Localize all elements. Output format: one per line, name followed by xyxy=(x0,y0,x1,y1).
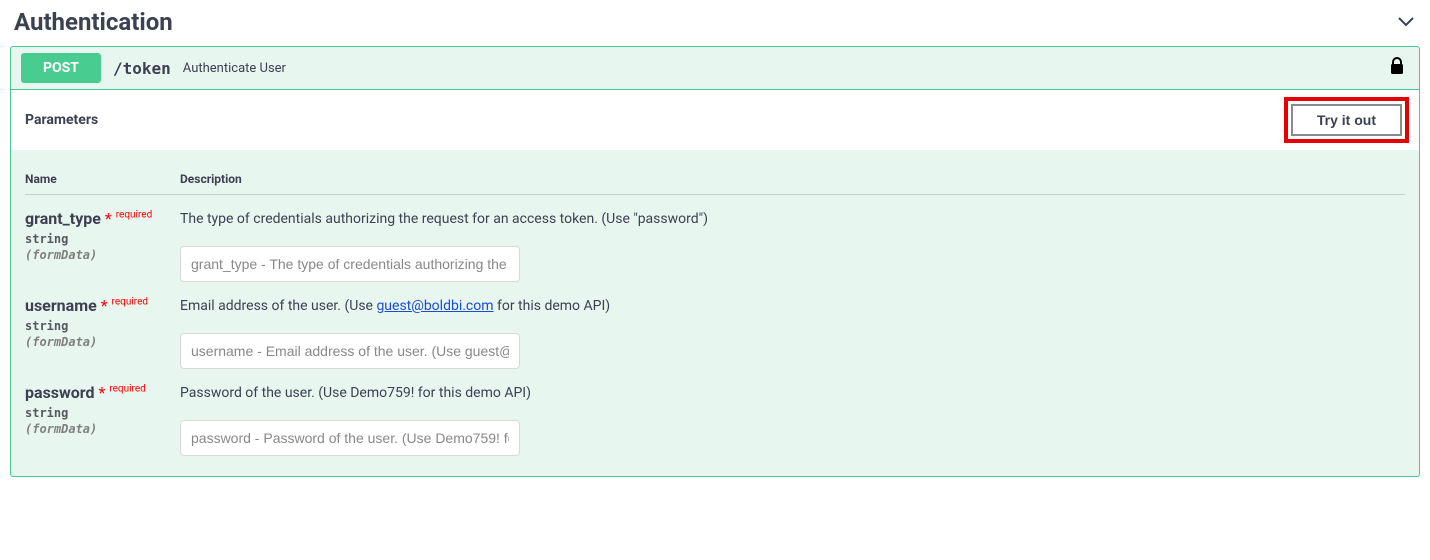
try-it-out-button[interactable]: Try it out xyxy=(1291,104,1402,136)
username-input[interactable] xyxy=(180,333,520,369)
param-link[interactable]: guest@boldbi.com xyxy=(376,298,493,314)
parameters-body: Name Description grant_type * required s… xyxy=(11,150,1419,476)
section-header[interactable]: Authentication xyxy=(0,0,1430,46)
column-header-description: Description xyxy=(180,172,1405,186)
chevron-down-icon xyxy=(1396,12,1416,32)
parameters-header: Parameters Try it out xyxy=(11,90,1419,150)
param-description: Password of the user. (Use Demo759! for … xyxy=(180,383,1405,404)
required-star: * xyxy=(98,383,105,402)
password-input[interactable] xyxy=(180,420,520,456)
param-type: string xyxy=(25,319,170,333)
param-type: string xyxy=(25,232,170,246)
param-description: Email address of the user. (Use guest@bo… xyxy=(180,296,1405,317)
parameter-row: username * required string (formData) Em… xyxy=(25,282,1405,369)
required-star: * xyxy=(105,209,112,228)
grant-type-input[interactable] xyxy=(180,246,520,282)
parameters-label: Parameters xyxy=(25,112,98,128)
required-label: required xyxy=(112,297,148,308)
required-star: * xyxy=(101,296,108,315)
required-label: required xyxy=(109,384,145,395)
param-in: (formData) xyxy=(25,335,170,349)
param-in: (formData) xyxy=(25,248,170,262)
operation-block: POST /token Authenticate User Parameters… xyxy=(10,46,1420,477)
param-name: username xyxy=(25,296,97,315)
method-badge: POST xyxy=(21,53,101,83)
param-type: string xyxy=(25,406,170,420)
parameter-row: password * required string (formData) Pa… xyxy=(25,369,1405,456)
parameter-row: grant_type * required string (formData) … xyxy=(25,195,1405,282)
lock-icon[interactable] xyxy=(1389,57,1405,79)
param-name: password xyxy=(25,383,95,402)
operation-summary[interactable]: POST /token Authenticate User xyxy=(11,47,1419,90)
param-name: grant_type xyxy=(25,209,101,228)
required-label: required xyxy=(116,210,152,221)
try-it-out-highlight: Try it out xyxy=(1284,97,1409,143)
operation-description: Authenticate User xyxy=(183,61,286,76)
param-description: The type of credentials authorizing the … xyxy=(180,209,1405,230)
column-header-name: Name xyxy=(25,172,180,186)
operation-path: /token xyxy=(113,59,171,78)
section-title: Authentication xyxy=(14,8,173,36)
param-in: (formData) xyxy=(25,422,170,436)
